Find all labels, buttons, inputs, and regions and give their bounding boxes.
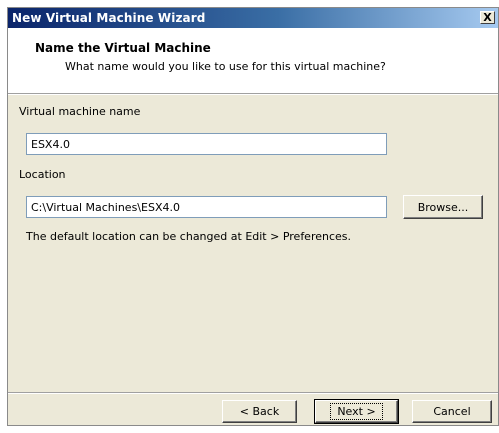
window-title: New Virtual Machine Wizard	[12, 11, 206, 25]
wizard-header: Name the Virtual Machine What name would…	[8, 28, 498, 94]
cancel-button-label: Cancel	[433, 405, 471, 418]
browse-button[interactable]: Browse...	[403, 195, 483, 219]
back-button-label: < Back	[239, 405, 280, 418]
vm-name-input[interactable]	[26, 133, 387, 155]
close-button[interactable]: X	[480, 11, 495, 24]
location-label: Location	[19, 168, 66, 181]
header-divider	[8, 94, 498, 95]
location-hint: The default location can be changed at E…	[26, 230, 352, 243]
wizard-window: New Virtual Machine Wizard X Name the Vi…	[7, 7, 499, 426]
title-bar[interactable]: New Virtual Machine Wizard X	[8, 8, 498, 28]
next-button[interactable]: Next >	[314, 399, 399, 424]
browse-button-label: Browse...	[417, 200, 469, 214]
vm-name-label: Virtual machine name	[19, 105, 141, 118]
back-button[interactable]: < Back	[222, 400, 297, 423]
next-button-label: Next >	[330, 403, 383, 420]
page-subtitle: What name would you like to use for this…	[65, 60, 386, 73]
close-icon: X	[483, 11, 492, 24]
location-input[interactable]	[26, 196, 387, 218]
footer-divider-highlight	[8, 393, 498, 394]
page-title: Name the Virtual Machine	[35, 41, 211, 55]
cancel-button[interactable]: Cancel	[412, 400, 492, 423]
